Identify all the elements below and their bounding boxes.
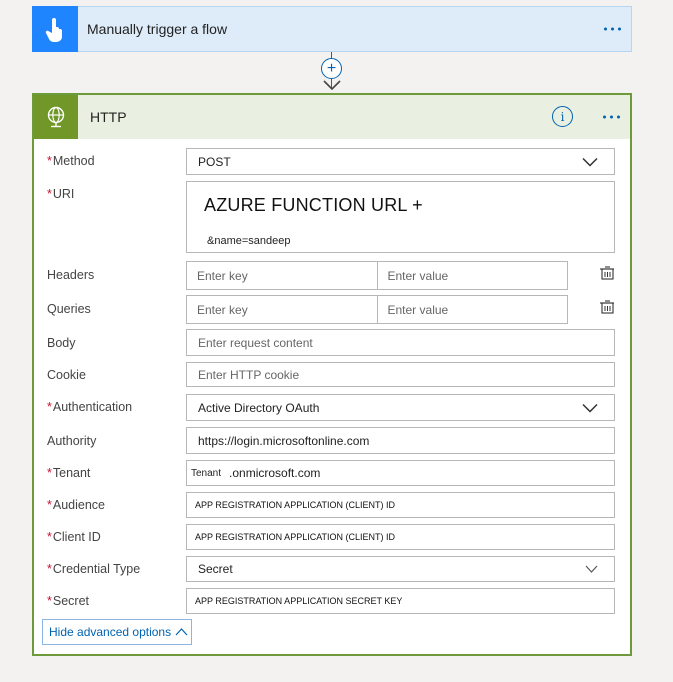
tenant-value-prefix: Tenant <box>191 467 222 479</box>
headers-key-input[interactable]: Enter key <box>187 262 377 289</box>
chevron-up-icon <box>175 628 188 636</box>
headers-label: Headers <box>47 268 95 282</box>
method-label: *Method <box>47 154 95 168</box>
authentication-select[interactable]: Active Directory OAuth <box>186 394 615 421</box>
body-label: Body <box>47 336 76 350</box>
uri-value-main: AZURE FUNCTION URL + <box>204 195 423 215</box>
uri-label: *URI <box>47 187 75 201</box>
chevron-down-icon <box>582 157 598 166</box>
queries-value-input[interactable]: Enter value <box>376 296 568 323</box>
authority-label: Authority <box>47 434 97 448</box>
http-action-card: HTTP i *Method POST *URI AZURE FUNCTION … <box>32 93 632 656</box>
trigger-title: Manually trigger a flow <box>87 21 228 37</box>
add-step-icon[interactable]: + <box>321 58 342 79</box>
hide-advanced-options-button[interactable]: Hide advanced options <box>42 619 192 645</box>
cookie-label: Cookie <box>47 368 86 382</box>
credential-type-select[interactable]: Secret <box>186 556 615 582</box>
authority-input[interactable]: https://login.microsoftonline.com <box>186 427 615 454</box>
audience-input[interactable]: APP REGISTRATION APPLICATION (CLIENT) ID <box>186 492 615 518</box>
globe-icon <box>34 95 78 139</box>
audience-label: *Audience <box>47 498 105 512</box>
headers-value-input[interactable]: Enter value <box>376 262 568 289</box>
switch-to-text-mode-icon[interactable] <box>599 265 615 281</box>
http-more-options-icon[interactable] <box>603 115 620 119</box>
secret-label: *Secret <box>47 594 90 608</box>
credential-type-label: *Credential Type <box>47 562 141 576</box>
info-icon[interactable]: i <box>552 106 573 127</box>
chevron-down-icon <box>585 565 598 573</box>
uri-input[interactable]: AZURE FUNCTION URL + &name=sandeep <box>186 181 615 253</box>
uri-value-query: &name=sandeep <box>207 235 291 247</box>
chevron-down-icon <box>582 403 598 412</box>
switch-to-text-mode-icon[interactable] <box>599 299 615 315</box>
client-id-label: *Client ID <box>47 530 101 544</box>
tenant-input[interactable]: Tenant .onmicrosoft.com <box>186 460 615 486</box>
tenant-value-suffix: .onmicrosoft.com <box>229 466 321 480</box>
secret-input[interactable]: APP REGISTRATION APPLICATION SECRET KEY <box>186 588 615 614</box>
connector-arrow-icon <box>323 80 341 90</box>
hand-touch-icon <box>32 5 78 52</box>
headers-input: Enter key Enter value <box>186 261 568 290</box>
http-card-title: HTTP <box>90 109 127 125</box>
trigger-card[interactable]: Manually trigger a flow <box>32 5 632 52</box>
authentication-label: *Authentication <box>47 400 133 414</box>
method-select[interactable]: POST <box>186 148 615 175</box>
queries-label: Queries <box>47 302 91 316</box>
queries-input: Enter key Enter value <box>186 295 568 324</box>
queries-key-input[interactable]: Enter key <box>187 296 377 323</box>
tenant-label: *Tenant <box>47 466 91 480</box>
http-card-header[interactable]: HTTP i <box>34 95 630 139</box>
cookie-input[interactable]: Enter HTTP cookie <box>186 362 615 387</box>
trigger-more-options-icon[interactable] <box>604 27 621 31</box>
body-input[interactable]: Enter request content <box>186 329 615 356</box>
client-id-input[interactable]: APP REGISTRATION APPLICATION (CLIENT) ID <box>186 524 615 550</box>
